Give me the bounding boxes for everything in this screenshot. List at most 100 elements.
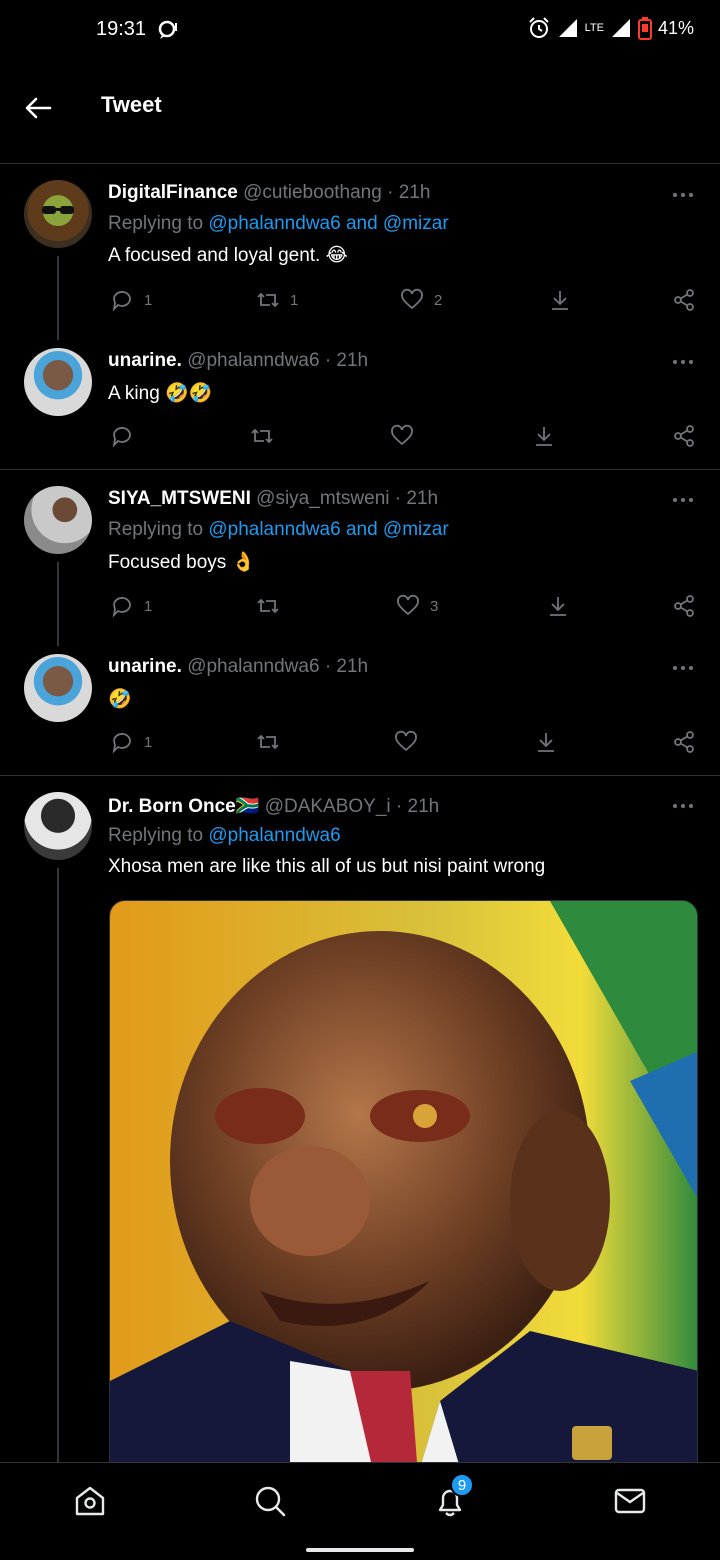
heart-icon: [397, 594, 419, 616]
tweet-text: Xhosa men are like this all of us but ni…: [108, 856, 546, 877]
more-options-icon[interactable]: [672, 803, 694, 809]
share-button[interactable]: [672, 288, 696, 312]
tweet-text: 🤣: [108, 689, 132, 710]
reply-icon: [112, 291, 131, 312]
display-name[interactable]: unarine.: [108, 656, 182, 677]
mention-link[interactable]: @phalanndwa6: [208, 825, 340, 846]
reply-count: 1: [144, 291, 153, 309]
avatar[interactable]: [24, 654, 92, 722]
share-icon: [674, 289, 694, 311]
retweet-count: 1: [290, 291, 299, 309]
save-button[interactable]: [546, 594, 570, 618]
back-arrow-icon[interactable]: [24, 94, 52, 122]
avatar[interactable]: [24, 792, 92, 860]
avatar[interactable]: [24, 486, 92, 554]
tweet-reply-4[interactable]: unarine. @phalanndwa6 · 21h 🤣 1: [0, 646, 720, 776]
like-button[interactable]: [394, 730, 418, 754]
retweet-button[interactable]: [256, 730, 280, 754]
reply-count: 1: [144, 733, 153, 751]
username[interactable]: @phalanndwa6: [187, 656, 319, 677]
download-icon: [550, 597, 566, 616]
tweet-header: unarine. @phalanndwa6 · 21h: [108, 656, 368, 678]
tweet-text: A king 🤣🤣: [108, 383, 213, 404]
timestamp: · 21h: [324, 656, 369, 677]
status-icons: LTE 41%: [527, 16, 694, 40]
share-button[interactable]: [672, 594, 696, 618]
retweet-button[interactable]: [256, 594, 280, 618]
more-options-icon[interactable]: [672, 359, 694, 365]
timestamp: · 21h: [394, 488, 439, 509]
retweet-button[interactable]: [250, 424, 274, 448]
retweet-icon: [251, 428, 273, 444]
signal-icon-2: [611, 19, 630, 37]
avatar[interactable]: [24, 348, 92, 416]
app-header: Tweet: [0, 64, 720, 164]
battery-percent: 41%: [657, 17, 694, 38]
reply-button[interactable]: 1: [110, 730, 152, 754]
timestamp: · 21h: [324, 350, 369, 371]
search-icon[interactable]: [252, 1483, 288, 1519]
like-count: 2: [434, 291, 443, 309]
tweet-actions: 1 1 2: [108, 288, 698, 318]
status-bar: 19:31 LTE 41%: [0, 0, 720, 60]
messages-envelope-icon[interactable]: [612, 1483, 648, 1519]
reply-icon: [112, 597, 131, 618]
reply-button[interactable]: 1: [110, 594, 152, 618]
mention-link[interactable]: @phalanndwa6 and @mizar: [208, 213, 448, 234]
reply-button[interactable]: 1: [110, 288, 152, 312]
replying-to: Replying to @phalanndwa6 and @mizar: [108, 519, 449, 540]
tweet-reply-3[interactable]: SIYA_MTSWENI @siya_mtsweni · 21h Replyin…: [0, 470, 720, 646]
more-options-icon[interactable]: [672, 665, 694, 671]
replying-to: Replying to @phalanndwa6: [108, 825, 341, 846]
display-name[interactable]: Dr. Born Once🇿🇦: [108, 796, 259, 817]
avatar[interactable]: [24, 180, 92, 248]
like-button[interactable]: 2: [400, 288, 442, 312]
tweet-text: Focused boys 👌: [108, 552, 256, 573]
home-indicator[interactable]: [306, 1548, 414, 1552]
more-options-icon[interactable]: [672, 497, 694, 503]
save-button[interactable]: [532, 424, 556, 448]
reply-button[interactable]: [110, 424, 134, 448]
display-name[interactable]: SIYA_MTSWENI: [108, 488, 251, 509]
battery-icon: [637, 17, 652, 40]
home-icon[interactable]: [72, 1483, 108, 1519]
username[interactable]: @DAKABOY_i: [265, 796, 391, 817]
display-name[interactable]: unarine.: [108, 350, 182, 371]
alarm-icon: [528, 17, 549, 38]
tweet-media-image[interactable]: [109, 900, 698, 1500]
network-type: LTE: [584, 21, 604, 34]
username[interactable]: @siya_mtsweni: [256, 488, 389, 509]
heart-icon: [395, 730, 417, 752]
more-options-icon[interactable]: [672, 192, 694, 198]
share-button[interactable]: [672, 730, 696, 754]
thread-line: [57, 562, 59, 646]
reply-icon: [112, 733, 131, 754]
save-button[interactable]: [548, 288, 572, 312]
display-name[interactable]: DigitalFinance: [108, 182, 238, 203]
username[interactable]: @cutieboothang: [243, 182, 382, 203]
download-icon: [538, 733, 554, 752]
timestamp: · 21h: [395, 796, 440, 817]
save-button[interactable]: [534, 730, 558, 754]
like-button[interactable]: [390, 424, 414, 448]
replying-to: Replying to @phalanndwa6 and @mizar: [108, 213, 449, 234]
thread-line: [57, 868, 59, 1462]
retweet-button[interactable]: 1: [256, 288, 298, 312]
share-button[interactable]: [672, 424, 696, 448]
tweet-header: Dr. Born Once🇿🇦 @DAKABOY_i · 21h: [108, 794, 439, 818]
tweet-actions: 1 3: [108, 594, 698, 624]
mention-link[interactable]: @phalanndwa6 and @mizar: [208, 519, 448, 540]
share-icon: [674, 425, 694, 447]
share-icon: [674, 731, 694, 753]
tweet-actions: [108, 424, 698, 454]
download-icon: [552, 291, 568, 310]
share-icon: [674, 595, 694, 617]
like-button[interactable]: 3: [396, 594, 438, 618]
reply-icon: [112, 427, 131, 448]
retweet-icon: [257, 734, 279, 750]
tweet-reply-1[interactable]: DigitalFinance @cutieboothang · 21h Repl…: [0, 164, 720, 340]
heart-icon: [401, 288, 423, 310]
username[interactable]: @phalanndwa6: [187, 350, 319, 371]
tweet-reply-2[interactable]: unarine. @phalanndwa6 · 21h A king 🤣🤣: [0, 340, 720, 470]
status-time: 19:31: [96, 18, 147, 40]
